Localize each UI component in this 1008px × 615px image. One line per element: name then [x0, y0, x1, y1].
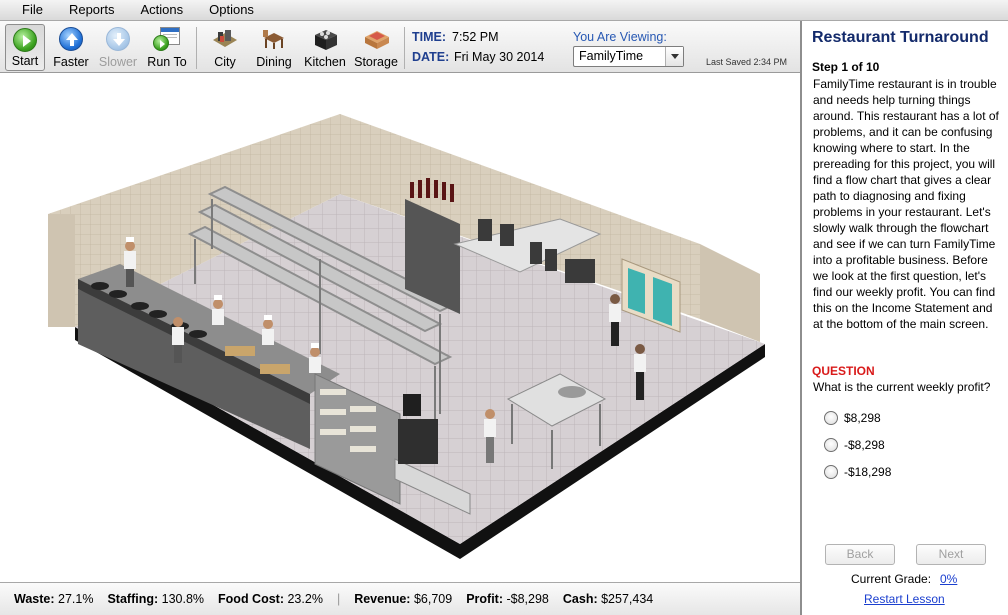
- kitchen-scene-graphic: [48, 114, 765, 559]
- radio-button[interactable]: [824, 411, 838, 425]
- step-text: FamilyTime restaurant is in trouble and …: [813, 77, 999, 331]
- grade-label: Current Grade:: [851, 572, 932, 586]
- restart-lesson-link[interactable]: Restart Lesson: [864, 592, 945, 606]
- next-button[interactable]: Next: [916, 544, 986, 565]
- last-saved-text: Last Saved 2:34 PM: [706, 57, 788, 67]
- answer-option-label: -$8,298: [844, 438, 885, 452]
- question-text: What is the current weekly profit?: [813, 380, 991, 394]
- play-icon: [13, 28, 37, 52]
- run-to-button[interactable]: Run To: [145, 24, 189, 71]
- city-icon: [213, 30, 237, 47]
- date-label: DATE:: [412, 50, 450, 64]
- food-cost-value: 23.2%: [287, 592, 323, 606]
- profit-value: -$8,298: [506, 592, 549, 606]
- revenue-label: Revenue:: [354, 592, 411, 606]
- simulation-app: File Reports Actions Options Start Faste…: [0, 0, 1008, 615]
- back-button[interactable]: Back: [825, 544, 895, 565]
- time-label: TIME:: [412, 30, 447, 44]
- question-label: QUESTION: [812, 364, 875, 378]
- radio-button[interactable]: [824, 438, 838, 452]
- city-label: City: [214, 55, 236, 69]
- kitchen-scene[interactable]: [0, 74, 800, 581]
- cash-stat: Cash: $257,434: [563, 592, 653, 606]
- chevron-down-icon[interactable]: [665, 47, 683, 66]
- viewing-label: You Are Viewing:: [573, 30, 667, 44]
- menu-bar: File Reports Actions Options: [0, 0, 1008, 21]
- radio-button[interactable]: [824, 465, 838, 479]
- slower-label: Slower: [98, 55, 138, 69]
- answer-option-1[interactable]: $8,298: [824, 411, 881, 425]
- cash-value: $257,434: [601, 592, 654, 606]
- down-arrow-icon: [106, 27, 130, 51]
- up-arrow-icon: [59, 27, 83, 51]
- staffing-value: 130.8%: [161, 592, 205, 606]
- revenue-stat: Revenue: $6,709: [354, 592, 452, 606]
- waste-stat: Waste: 27.1%: [14, 592, 93, 606]
- answer-option-3[interactable]: -$18,298: [824, 465, 891, 479]
- cash-label: Cash:: [562, 592, 598, 606]
- dining-icon: [263, 30, 284, 49]
- restaurant-select-value: FamilyTime: [579, 49, 644, 63]
- food-cost-stat: Food Cost: 23.2%: [218, 592, 323, 606]
- toolbar: Start Faster Slower Run To City Dining K…: [0, 21, 800, 73]
- status-bar: Waste: 27.1% Staffing: 130.8% Food Cost:…: [0, 582, 800, 615]
- waste-label: Waste:: [14, 592, 55, 606]
- start-button[interactable]: Start: [5, 24, 45, 71]
- storage-label: Storage: [354, 55, 398, 69]
- status-separator: |: [336, 592, 341, 606]
- grade-value-link[interactable]: 0%: [940, 572, 957, 586]
- staffing-label: Staffing:: [107, 592, 159, 606]
- city-button[interactable]: City: [206, 24, 244, 71]
- kitchen-icon: [315, 30, 337, 50]
- start-label: Start: [11, 54, 39, 68]
- staffing-stat: Staffing: 130.8%: [107, 592, 204, 606]
- menu-reports[interactable]: Reports: [59, 0, 125, 20]
- profit-stat: Profit: -$8,298: [466, 592, 549, 606]
- answer-option-label: -$18,298: [844, 465, 892, 479]
- waste-value: 27.1%: [58, 592, 94, 606]
- lesson-title: Restaurant Turnaround: [812, 29, 989, 46]
- run-to-label: Run To: [147, 55, 187, 69]
- time-value: 7:52 PM: [452, 30, 499, 44]
- storage-icon: [365, 31, 389, 49]
- kitchen-button[interactable]: Kitchen: [302, 24, 348, 71]
- revenue-value: $6,709: [413, 592, 453, 606]
- food-cost-label: Food Cost:: [218, 592, 284, 606]
- lesson-panel: Restaurant Turnaround Step 1 of 10 Famil…: [800, 21, 1008, 615]
- answer-option-2[interactable]: -$8,298: [824, 438, 885, 452]
- slower-button[interactable]: Slower: [97, 24, 139, 71]
- storage-button[interactable]: Storage: [353, 24, 399, 71]
- date-value: Fri May 30 2014: [454, 50, 545, 64]
- faster-button[interactable]: Faster: [52, 24, 90, 71]
- menu-file[interactable]: File: [12, 0, 53, 20]
- profit-label: Profit:: [466, 592, 503, 606]
- answer-option-label: $8,298: [844, 411, 881, 425]
- dining-label: Dining: [256, 55, 292, 69]
- step-label: Step 1 of 10: [812, 60, 880, 74]
- menu-actions[interactable]: Actions: [130, 0, 193, 20]
- dining-button[interactable]: Dining: [253, 24, 295, 71]
- kitchen-label: Kitchen: [304, 55, 346, 69]
- run-to-icon: [153, 27, 181, 53]
- restaurant-select[interactable]: FamilyTime: [573, 46, 684, 67]
- menu-options[interactable]: Options: [199, 0, 264, 20]
- faster-label: Faster: [53, 55, 89, 69]
